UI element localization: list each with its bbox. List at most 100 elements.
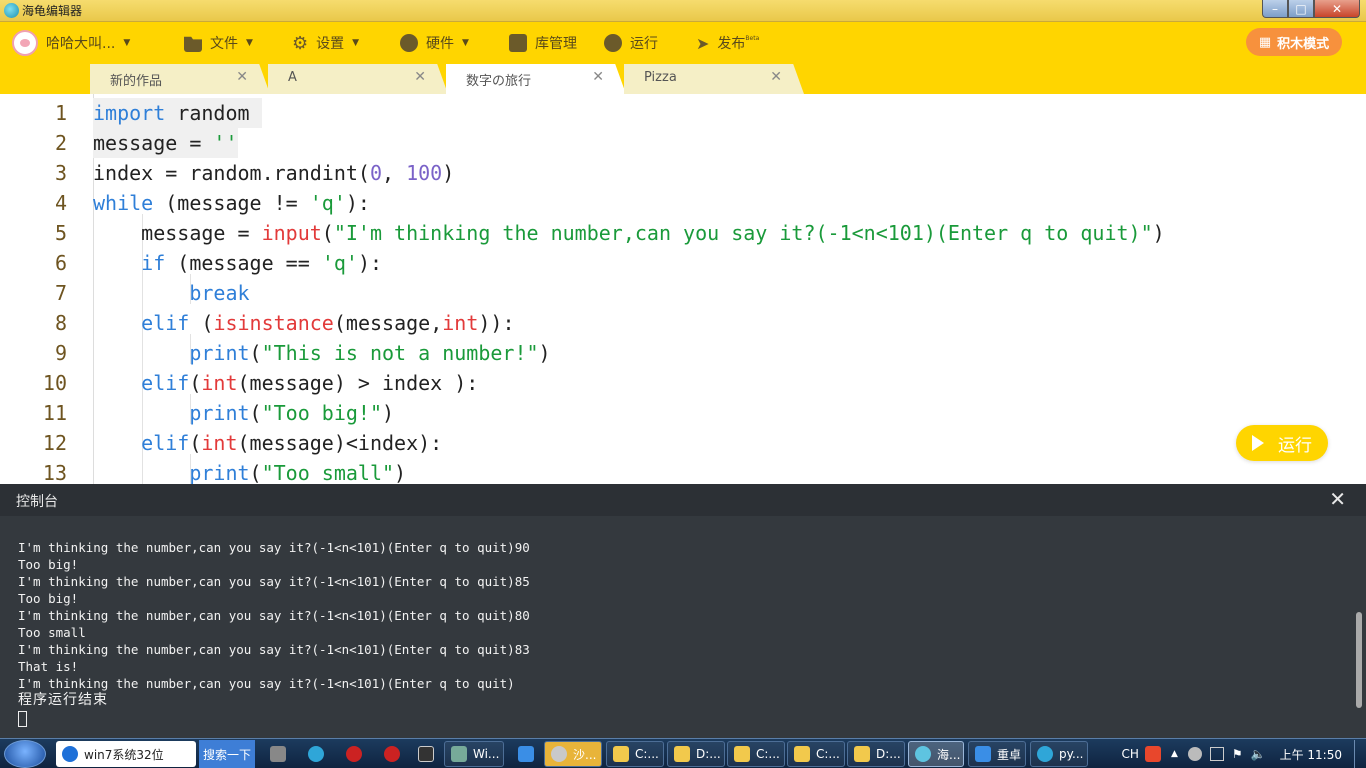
tab-new-work[interactable]: 新的作品 ✕ bbox=[90, 64, 270, 94]
editor-tabs: 新的作品 ✕ A ✕ 数字の旅行 ✕ Pizza ✕ bbox=[0, 64, 1366, 94]
console-input-cursor[interactable] bbox=[18, 709, 530, 731]
tab-label: Pizza bbox=[644, 70, 677, 85]
code-editor[interactable]: 1 import random 2 message = '' 3 index = ra… bbox=[0, 94, 1366, 484]
start-button[interactable] bbox=[4, 740, 46, 768]
code-line: 13 print("Too small") bbox=[0, 458, 1366, 484]
run-button[interactable]: 运行 bbox=[1236, 425, 1328, 461]
clock[interactable]: 上午 11:50 bbox=[1280, 746, 1342, 763]
close-icon[interactable]: ✕ bbox=[414, 69, 426, 85]
code-line: 1 import random bbox=[0, 98, 1366, 128]
console-output[interactable]: I'm thinking the number,can you say it?(… bbox=[18, 522, 530, 765]
blocks-mode-button[interactable]: ▦ 积木模式 bbox=[1246, 28, 1342, 56]
taskbar-pin[interactable] bbox=[378, 741, 402, 767]
input-language[interactable]: CH bbox=[1122, 747, 1139, 761]
show-desktop-button[interactable] bbox=[1354, 740, 1366, 768]
console-scrollbar[interactable] bbox=[1356, 612, 1362, 708]
taskbar-task-turtle-editor[interactable]: 海... bbox=[908, 741, 964, 767]
play-icon bbox=[604, 34, 622, 52]
taskbar-task[interactable]: 沙... bbox=[544, 741, 602, 767]
hardware-menu[interactable]: 硬件 ▼ bbox=[400, 22, 469, 64]
taskbar-task[interactable]: Wi... bbox=[444, 741, 504, 767]
taskbar-label: 重卓 bbox=[997, 747, 1022, 762]
code-text: print("This is not a number!") bbox=[189, 341, 551, 365]
taskbar-task[interactable]: 重卓 bbox=[968, 741, 1026, 767]
code-text: index = random.randint(0, 100) bbox=[93, 161, 455, 185]
taskbar-task[interactable]: C:... bbox=[727, 741, 785, 767]
library-button[interactable]: 库管理 bbox=[509, 22, 577, 64]
toolbar-run-label: 运行 bbox=[630, 36, 658, 52]
minimize-button[interactable]: – bbox=[1262, 0, 1288, 18]
taskbar-label: C:... bbox=[635, 747, 659, 761]
taskbar-task[interactable]: D:... bbox=[847, 741, 905, 767]
line-number: 3 bbox=[54, 161, 67, 185]
tab-digit-travel[interactable]: 数字の旅行 ✕ bbox=[446, 64, 626, 94]
terminal-icon bbox=[418, 746, 434, 762]
chevron-up-icon[interactable]: ▲ bbox=[1171, 749, 1178, 759]
ie-icon bbox=[62, 746, 78, 762]
code-text: message = input("I'm thinking the number… bbox=[93, 221, 1165, 245]
volume-icon[interactable]: 🔈 bbox=[1251, 747, 1266, 761]
settings-menu[interactable]: ⚙ 设置 ▼ bbox=[292, 22, 359, 64]
console-header: 控制台 ✕ bbox=[0, 484, 1366, 516]
network-icon[interactable] bbox=[1209, 747, 1224, 761]
tray-app-icon[interactable] bbox=[1187, 747, 1202, 761]
taskbar-label: D:... bbox=[876, 747, 901, 761]
taskbar-label: win7系统32位 bbox=[84, 747, 164, 762]
toolbar-run-button[interactable]: 运行 bbox=[604, 22, 658, 64]
line-number: 12 bbox=[42, 431, 67, 455]
console-line: I'm thinking the number,can you say it?(… bbox=[18, 574, 530, 589]
flag-icon[interactable]: ⚑ bbox=[1232, 747, 1243, 761]
no-entry-icon bbox=[346, 746, 362, 762]
publish-badge: Beta bbox=[745, 34, 760, 42]
taskbar-pin[interactable] bbox=[264, 741, 288, 767]
tab-pizza[interactable]: Pizza ✕ bbox=[624, 64, 804, 94]
code-line: 12 elif(int(message)<index): bbox=[0, 428, 1366, 458]
taskbar-task[interactable]: D:... bbox=[667, 741, 725, 767]
code-text: if (message == 'q'): bbox=[141, 251, 383, 275]
blocks-mode-label: 积木模式 bbox=[1277, 36, 1330, 52]
window-controls: – □ ✕ bbox=[1262, 0, 1360, 18]
maximize-button[interactable]: □ bbox=[1288, 0, 1314, 18]
hardware-menu-label: 硬件 bbox=[426, 36, 454, 52]
file-menu[interactable]: 文件 ▼ bbox=[184, 22, 253, 64]
taskbar-browser-search[interactable]: win7系统32位 bbox=[56, 741, 196, 767]
app-logo-icon bbox=[4, 3, 19, 18]
close-icon[interactable]: ✕ bbox=[592, 69, 604, 85]
folder-icon bbox=[854, 746, 870, 762]
line-number: 1 bbox=[54, 101, 67, 125]
taskbar-task[interactable]: C:... bbox=[606, 741, 664, 767]
tab-a[interactable]: A ✕ bbox=[268, 64, 448, 94]
turtle-editor-icon bbox=[915, 746, 931, 762]
taskbar-pin[interactable] bbox=[412, 741, 436, 767]
taskbar-label: py... bbox=[1059, 747, 1084, 761]
taskbar-task[interactable]: py... bbox=[1030, 741, 1088, 767]
folder-icon bbox=[674, 746, 690, 762]
no-entry-icon bbox=[384, 746, 400, 762]
publish-button[interactable]: ➤ 发布 Beta bbox=[696, 22, 759, 64]
app-icon bbox=[975, 746, 991, 762]
taskbar-label: C:... bbox=[816, 747, 840, 761]
taskbar-pin[interactable] bbox=[340, 741, 364, 767]
taskbar-pin[interactable] bbox=[302, 741, 326, 767]
user-name: 哈哈大叫... bbox=[46, 36, 116, 52]
close-window-button[interactable]: ✕ bbox=[1314, 0, 1360, 18]
library-icon bbox=[509, 34, 527, 52]
user-menu[interactable]: 哈哈大叫... ▼ bbox=[12, 22, 130, 64]
code-text: elif (isinstance(message,int)): bbox=[141, 311, 515, 335]
taskbar-task[interactable]: C:... bbox=[787, 741, 845, 767]
sogou-icon[interactable] bbox=[1144, 746, 1161, 762]
close-icon[interactable]: ✕ bbox=[1329, 487, 1346, 511]
taskbar-label: C:... bbox=[756, 747, 780, 761]
search-button[interactable]: 搜索一下 bbox=[199, 740, 255, 768]
line-number: 7 bbox=[54, 281, 67, 305]
taskbar-label: 沙... bbox=[573, 747, 597, 762]
tab-label: A bbox=[288, 70, 297, 85]
line-number: 11 bbox=[42, 401, 67, 425]
close-icon[interactable]: ✕ bbox=[236, 69, 248, 85]
taskbar-pin[interactable] bbox=[512, 741, 536, 767]
line-number: 13 bbox=[42, 461, 67, 484]
folder-icon bbox=[734, 746, 750, 762]
close-icon[interactable]: ✕ bbox=[770, 69, 782, 85]
taskbar-label: Wi... bbox=[473, 747, 500, 761]
line-number: 2 bbox=[54, 131, 67, 155]
